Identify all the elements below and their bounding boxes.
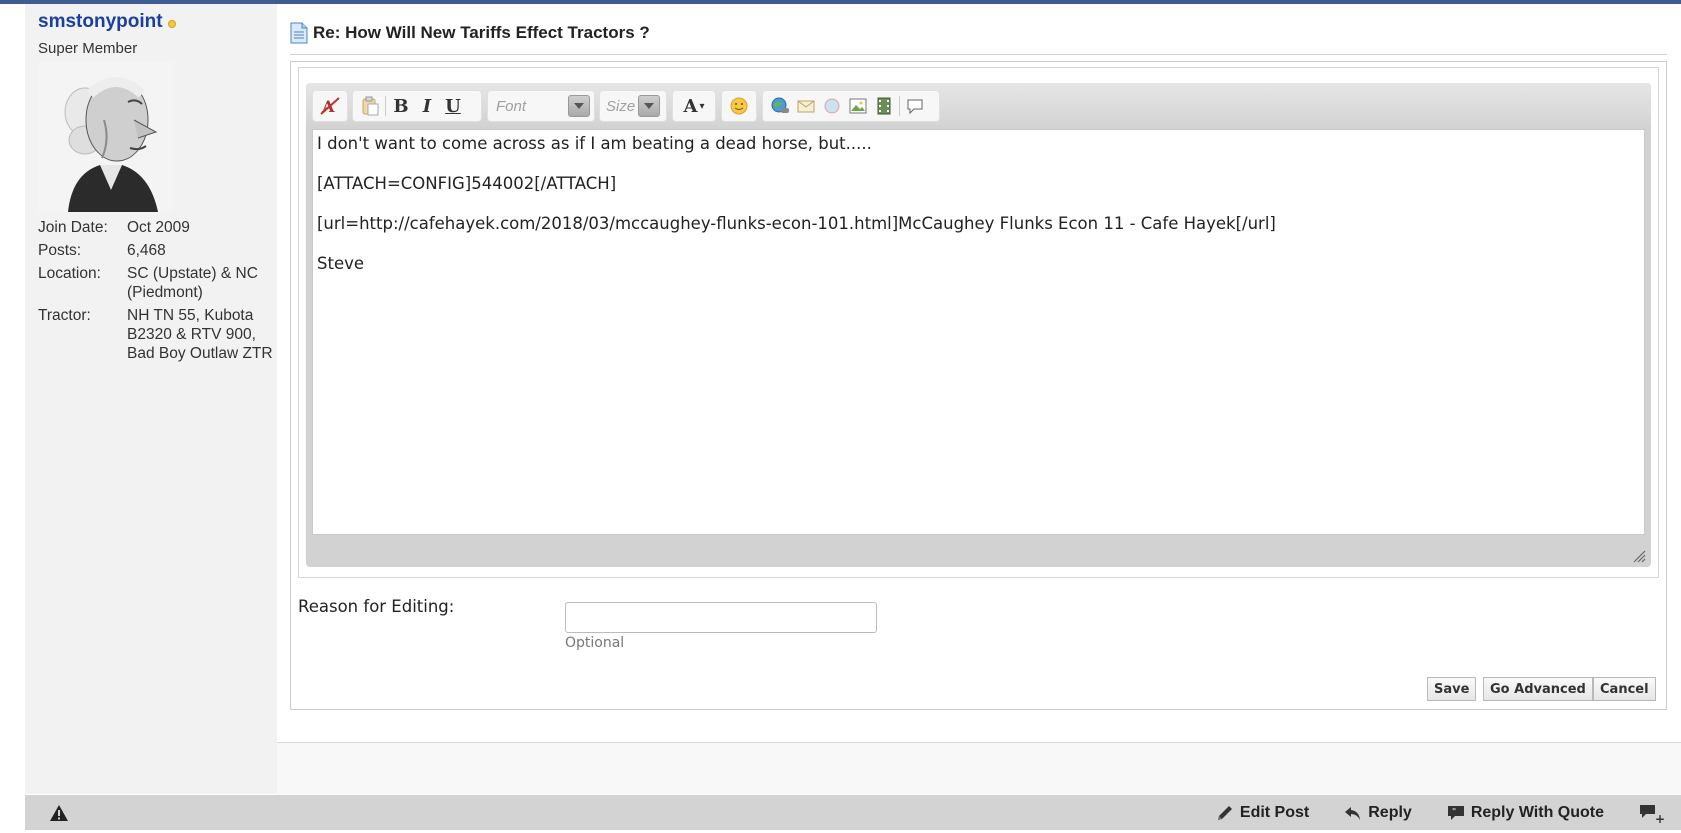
stat-label: Location: [38, 265, 101, 282]
toolbar-separator [899, 96, 900, 116]
message-line: I don't want to come across as if I am b… [317, 134, 872, 153]
multi-quote-button[interactable]: + [1638, 802, 1669, 824]
size-select[interactable]: Size [599, 90, 667, 122]
user-info-panel: smstonypoint Super Member Join Date: Oct… [25, 4, 277, 794]
user-stats: Join Date: Oct 2009 Posts: 6,468 Locatio… [38, 218, 273, 367]
toolbar-group-format: A [312, 90, 348, 122]
quote-icon[interactable] [902, 93, 928, 119]
toolbar-group-insert [762, 90, 940, 122]
editor-frame: A B I U Font [306, 83, 1651, 567]
stat-label: Posts: [38, 242, 82, 259]
reply-with-quote-button[interactable]: " Reply With Quote [1446, 803, 1604, 823]
text-color-button[interactable]: A ▾ [672, 90, 716, 122]
divider [290, 54, 1667, 55]
stat-value: Oct 2009 [127, 219, 190, 236]
message-line: [ATTACH=CONFIG]544002[/ATTACH] [317, 174, 617, 193]
post-header: Re: How Will New Tariffs Effect Tractors… [290, 22, 650, 44]
font-select[interactable]: Font [487, 90, 595, 122]
cancel-button[interactable]: Cancel [1593, 677, 1656, 701]
insert-image-icon[interactable] [845, 93, 871, 119]
editor-container: A B I U Font [298, 67, 1659, 578]
link-icon[interactable] [767, 93, 793, 119]
resize-handle-icon[interactable] [1632, 549, 1646, 563]
toolbar-group-text: B I U [352, 90, 482, 122]
editor-toolbar: A B I U Font [306, 83, 1651, 129]
reason-label: Reason for Editing: [298, 597, 455, 616]
unlink-icon[interactable] [819, 93, 845, 119]
reply-button[interactable]: Reply [1343, 803, 1412, 823]
size-select-label: Size [606, 97, 636, 115]
stat-value: NH TN 55, Kubota B2320 & RTV 900, Bad Bo… [127, 307, 273, 362]
post-actions: Edit Post Reply " Reply With Quote + [1215, 795, 1681, 830]
reply-with-quote-label: Reply With Quote [1470, 803, 1604, 821]
user-title: Super Member [38, 40, 138, 57]
stat-location: Location: SC (Upstate) & NC (Piedmont) [38, 264, 273, 302]
stat-value: SC (Upstate) & NC (Piedmont) [127, 265, 258, 301]
font-select-label: Font [496, 97, 527, 115]
reply-icon [1345, 806, 1361, 820]
stat-value: 6,468 [127, 242, 166, 259]
pencil-icon [1217, 805, 1232, 820]
username-row: smstonypoint [38, 11, 176, 33]
message-line: [url=http://cafehayek.com/2018/03/mccaug… [317, 214, 1276, 233]
reason-input[interactable] [565, 602, 877, 633]
online-status-icon [167, 19, 176, 28]
bold-icon[interactable]: B [388, 93, 414, 119]
user-avatar[interactable] [38, 62, 174, 212]
message-textarea[interactable]: I don't want to come across as if I am b… [312, 129, 1645, 535]
stat-join-date: Join Date: Oct 2009 [38, 218, 273, 237]
svg-text:": " [1452, 807, 1456, 816]
stat-posts: Posts: 6,468 [38, 241, 273, 260]
chevron-down-icon[interactable] [638, 95, 660, 117]
report-post-icon[interactable] [49, 803, 69, 823]
toolbar-group-smilies [721, 90, 757, 122]
toolbar-separator [385, 96, 386, 116]
multi-quote-icon: + [1640, 804, 1664, 824]
quick-edit-panel: A B I U Font [290, 61, 1667, 710]
stat-tractor: Tractor: NH TN 55, Kubota B2320 & RTV 90… [38, 306, 273, 363]
save-button[interactable]: Save [1427, 677, 1477, 701]
document-icon [290, 22, 308, 44]
insert-video-icon[interactable] [871, 93, 897, 119]
message-line: Steve [317, 254, 365, 273]
post-footer-bar: Edit Post Reply " Reply With Quote + [25, 795, 1681, 830]
svg-text:+: + [1655, 812, 1664, 824]
underline-icon[interactable]: U [440, 93, 466, 119]
reply-label: Reply [1368, 803, 1412, 821]
stat-label: Tractor: [38, 307, 91, 324]
post-signature-area [277, 743, 1681, 795]
chevron-down-icon[interactable] [568, 95, 590, 117]
post-title: Re: How Will New Tariffs Effect Tractors… [313, 23, 650, 42]
reason-hint: Optional [565, 635, 625, 651]
go-advanced-button[interactable]: Go Advanced [1483, 677, 1593, 701]
edit-post-label: Edit Post [1239, 803, 1310, 821]
quote-bubble-icon: " [1447, 805, 1464, 820]
edit-post-button[interactable]: Edit Post [1215, 803, 1309, 823]
paste-icon[interactable] [357, 93, 383, 119]
italic-icon[interactable]: I [414, 93, 440, 119]
stat-label: Join Date: [38, 219, 108, 236]
text-color-icon[interactable]: A ▾ [677, 93, 711, 119]
email-icon[interactable] [793, 93, 819, 119]
username-link[interactable]: smstonypoint [38, 11, 163, 33]
smiley-icon[interactable] [726, 93, 752, 119]
remove-format-icon[interactable]: A [317, 93, 343, 119]
